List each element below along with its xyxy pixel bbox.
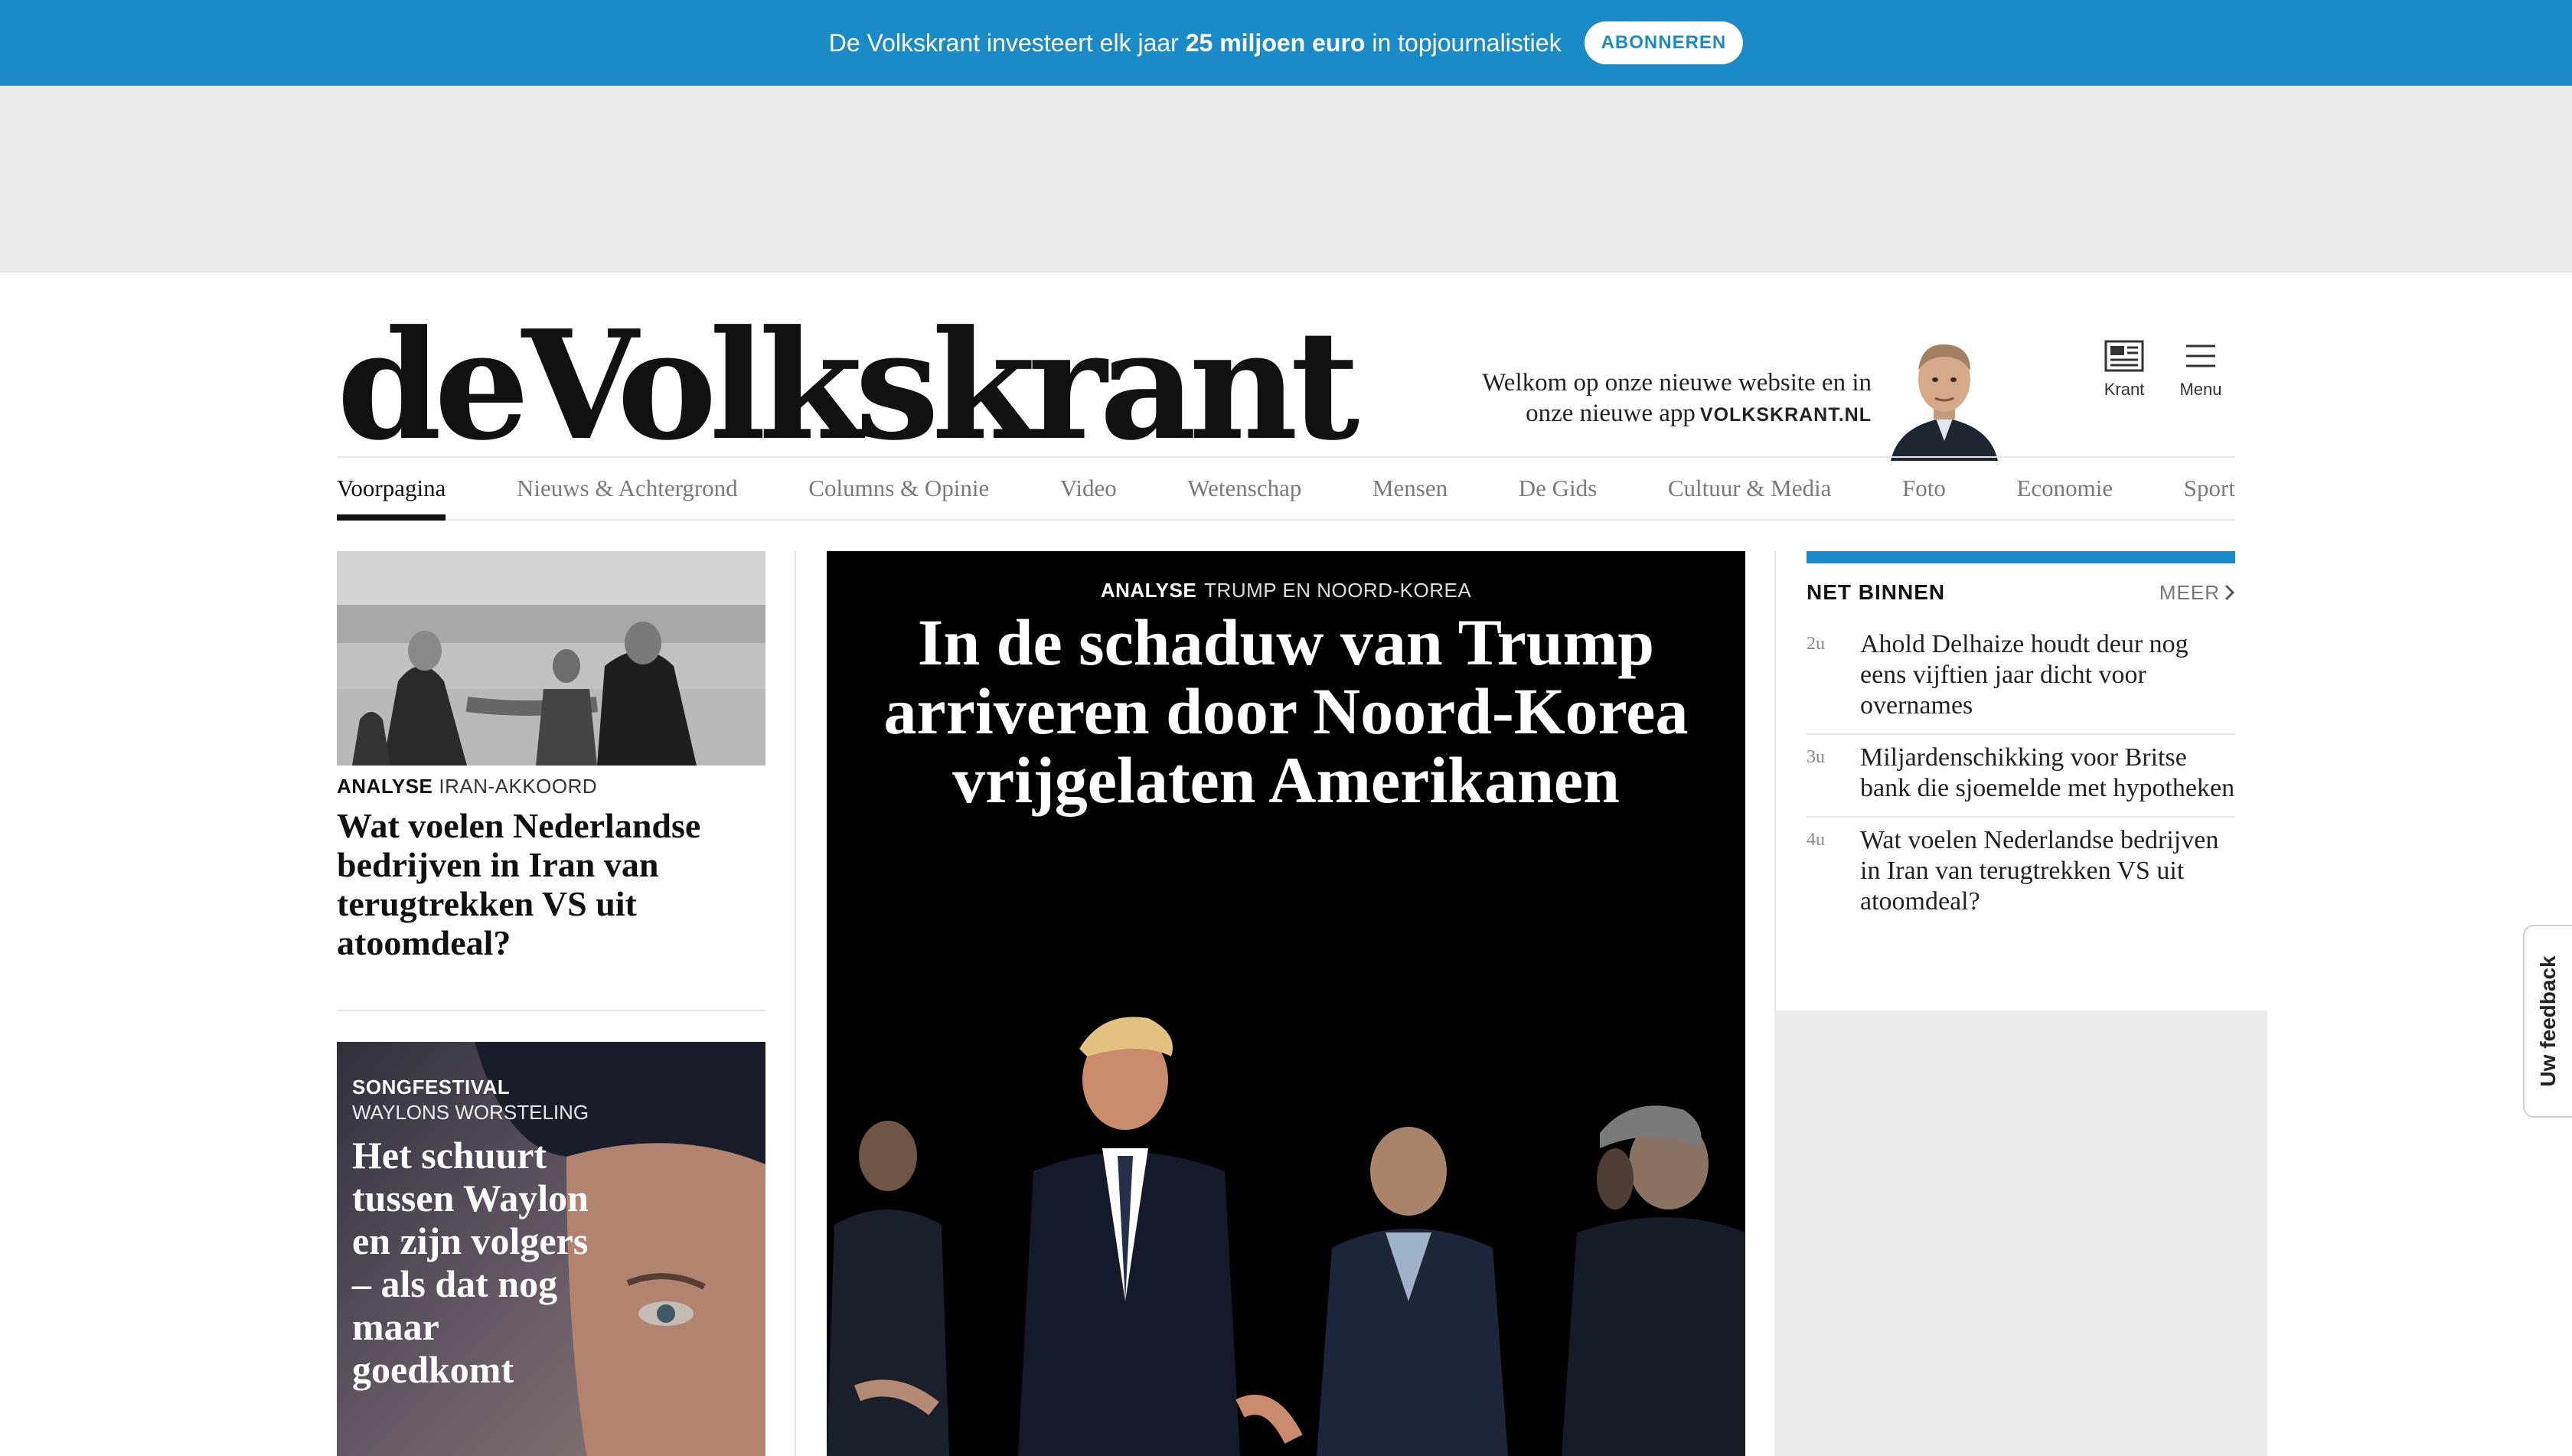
welcome-line-2-text: onze nieuwe app	[1526, 400, 1696, 427]
nav-item-columns-opinie[interactable]: Columns & Opinie	[808, 458, 989, 519]
article-overlay-text: SONGFESTIVAL WAYLONS WORSTELING Het schu…	[352, 1076, 597, 1391]
nav-item-sport[interactable]: Sport	[2184, 458, 2235, 519]
item-headline: Wat voelen Nederlandse bedrijven in Iran…	[1860, 826, 2219, 916]
welcome-line-2: onze nieuwe app VOLKSKRANT.NL	[1482, 398, 1872, 430]
article-kicker: ANALYSE IRAN-AKKOORD	[337, 775, 765, 798]
krant-label: Krant	[2104, 380, 2145, 399]
banner-text-before: De Volkskrant investeert elk jaar	[828, 28, 1186, 57]
hero-headline[interactable]: In de schaduw van Trump arriveren door N…	[873, 608, 1699, 815]
more-label: MEER	[2159, 580, 2220, 604]
hamburger-menu-icon	[2186, 344, 2215, 367]
column-divider-left	[795, 551, 796, 1456]
article-headline[interactable]: Het schuurt tussen Waylon en zijn volger…	[352, 1134, 597, 1391]
item-time: 3u	[1807, 747, 1825, 767]
column-divider-right	[1774, 551, 1776, 1010]
headline-emphasis: Waylon	[462, 1177, 589, 1219]
panel-accent-bar	[1807, 551, 2235, 563]
newspaper-icon	[2104, 340, 2144, 372]
latest-news-item[interactable]: 4u Wat voelen Nederlandse bedrijven in I…	[1807, 818, 2235, 929]
banner-text: De Volkskrant investeert elk jaar 25 mil…	[829, 29, 1562, 57]
nav-item-de-gids[interactable]: De Gids	[1519, 458, 1597, 519]
article-card-iran[interactable]: ANALYSE IRAN-AKKOORD Wat voelen Nederland…	[337, 551, 765, 962]
nav-item-video[interactable]: Video	[1060, 458, 1117, 519]
headline-part: en zijn volgers – als dat nog maar goedk…	[352, 1219, 589, 1391]
masthead: deVolkskrant Welkom op onze nieuwe websi…	[337, 273, 2235, 461]
more-link[interactable]: MEER	[2159, 581, 2235, 605]
welcome-app-link: VOLKSKRANT.NL	[1699, 404, 1872, 426]
kicker-topic: IRAN-AKKOORD	[439, 775, 598, 798]
nav-item-voorpagina[interactable]: Voorpagina	[337, 458, 446, 521]
item-headline: Ahold Delhaize houdt deur nog eens vijft…	[1860, 630, 2188, 720]
section-navigation: Voorpagina Nieuws & Achtergrond Columns …	[337, 456, 2235, 521]
site-logo[interactable]: deVolkskrant	[337, 311, 1359, 461]
hero-article[interactable]: ANALYSE TRUMP EN NOORD-KOREA In de schadu…	[827, 551, 1745, 1456]
article-card-songfestival[interactable]: SONGFESTIVAL WAYLONS WORSTELING Het schu…	[337, 1042, 765, 1456]
krant-button[interactable]: Krant	[2090, 340, 2159, 400]
divider	[337, 1010, 765, 1011]
latest-news-panel: NET BINNEN MEER 2u Ahold Delhaize houdt …	[1807, 551, 2235, 929]
welcome-message[interactable]: Welkom op onze nieuwe website en in onze…	[1482, 367, 1872, 430]
feedback-tab[interactable]: Uw feedback	[2523, 925, 2572, 1118]
article-kicker: SONGFESTIVAL	[352, 1076, 511, 1099]
nav-item-foto[interactable]: Foto	[1902, 458, 1946, 519]
item-time: 4u	[1807, 830, 1825, 850]
left-column: ANALYSE IRAN-AKKOORD Wat voelen Nederland…	[337, 551, 765, 1456]
headline-part: Wat voelen	[337, 806, 513, 845]
subscription-banner: De Volkskrant investeert elk jaar 25 mil…	[0, 0, 2572, 86]
article-subkicker: WAYLONS WORSTELING	[352, 1101, 589, 1124]
welcome-line-1: Welkom op onze nieuwe website en in	[1482, 369, 1872, 397]
hero-photo	[827, 980, 1745, 1456]
feedback-label: Uw feedback	[2536, 955, 2560, 1087]
panel-header: NET BINNEN MEER	[1807, 580, 2235, 605]
menu-button[interactable]: Menu	[2166, 340, 2235, 400]
item-headline: Miljardenschikking voor Britse bank die …	[1860, 743, 2235, 802]
subscribe-button[interactable]: ABONNEREN	[1584, 21, 1744, 64]
kicker-label: ANALYSE	[1100, 579, 1197, 602]
nav-item-wetenschap[interactable]: Wetenschap	[1187, 458, 1301, 519]
article-photo-iran	[337, 551, 765, 766]
banner-text-after: in topjournalistiek	[1365, 28, 1562, 57]
kicker-label: ANALYSE	[337, 775, 433, 798]
menu-label: Menu	[2179, 380, 2222, 399]
chevron-right-icon	[2224, 584, 2235, 601]
nav-item-nieuws-achtergrond[interactable]: Nieuws & Achtergrond	[517, 458, 738, 519]
item-time: 2u	[1807, 634, 1825, 654]
latest-news-item[interactable]: 3u Miljardenschikking voor Britse bank d…	[1807, 735, 2235, 818]
sidebar-ad-slot	[1774, 1010, 2267, 1456]
editor-portrait	[1875, 326, 2013, 461]
advertisement-slot	[0, 86, 2572, 273]
article-headline[interactable]: Wat voelen Nederlandse bedrijven in Iran…	[337, 806, 765, 962]
nav-item-mensen[interactable]: Mensen	[1372, 458, 1448, 519]
hero-kicker: ANALYSE TRUMP EN NOORD-KOREA	[827, 579, 1745, 602]
banner-text-highlight: 25 miljoen euro	[1185, 28, 1366, 57]
kicker-topic: TRUMP EN NOORD-KOREA	[1204, 579, 1472, 602]
latest-news-item[interactable]: 2u Ahold Delhaize houdt deur nog eens vi…	[1807, 622, 2235, 735]
nav-item-economie[interactable]: Economie	[2016, 458, 2113, 519]
nav-item-cultuur-media[interactable]: Cultuur & Media	[1668, 458, 1832, 519]
panel-title: NET BINNEN	[1807, 580, 1946, 604]
